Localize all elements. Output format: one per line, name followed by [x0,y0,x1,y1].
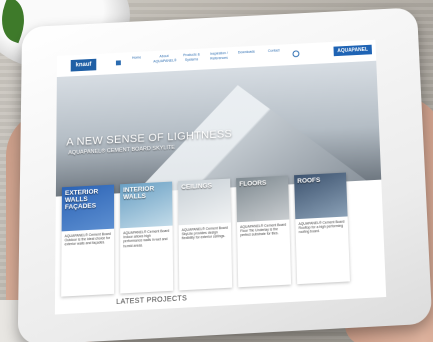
card-exterior-walls[interactable]: EXTERIOR WALLS FAÇADES AQUAPANEL® Cement… [61,184,115,297]
card-label: CEILINGS [181,182,212,192]
card-ceilings[interactable]: CEILINGS AQUAPANEL® Cement Board SkyLite… [178,178,233,291]
tablet-screen[interactable]: knauf Home About AQUAPANEL® Products & S… [54,39,387,315]
card-image: EXTERIOR WALLS FAÇADES [61,184,115,232]
card-text: AQUAPANEL® Cement Board Outdoor is the i… [64,231,111,247]
card-label: FLOORS [239,179,267,189]
card-interior-walls[interactable]: INTERIOR WALLS AQUAPANEL® Cement Board I… [120,181,174,294]
nav-item[interactable]: Home [126,55,148,65]
nav-item[interactable]: Inspiration / References [208,51,230,61]
card-text: AQUAPANEL® Cement Board Indoor allows hi… [123,228,170,249]
nav-item[interactable]: Contact [263,48,285,58]
nav-item[interactable]: About AQUAPANEL® [153,54,176,64]
card-image: CEILINGS [178,178,231,226]
card-roofs[interactable]: ROOFS AQUAPANEL® Cement Board Rooftop fo… [294,172,350,285]
nav-item[interactable]: Products & Systems [181,52,203,62]
card-floors[interactable]: FLOORS AQUAPANEL® Cement Board Floor Til… [236,175,292,288]
card-text: AQUAPANEL® Cement Board SkyLite provides… [181,225,228,241]
aquapanel-button[interactable]: AQUAPANEL [333,44,373,57]
home-icon[interactable] [115,60,121,66]
card-label: ROOFS [297,176,321,186]
card-text: AQUAPANEL® Cement Board Floor Tile Under… [240,222,287,238]
card-label: EXTERIOR WALLS FAÇADES [64,188,99,212]
nav-item[interactable]: Downloads [236,50,258,60]
search-icon[interactable] [292,50,300,58]
card-image: ROOFS [294,172,348,220]
latest-projects-heading: LATEST PROJECTS [116,295,188,307]
photo-scene: knauf Home About AQUAPANEL® Products & S… [0,0,433,342]
site-nav: Home About AQUAPANEL® Products & Systems… [126,48,285,65]
tablet: knauf Home About AQUAPANEL® Products & S… [17,7,433,342]
card-image: FLOORS [236,175,290,223]
card-text: AQUAPANEL® Cement Board Rooftop for a hi… [298,219,345,235]
site-logo[interactable]: knauf [70,58,97,72]
card-image: INTERIOR WALLS [120,181,173,229]
application-cards: EXTERIOR WALLS FAÇADES AQUAPANEL® Cement… [61,172,350,297]
card-label: INTERIOR WALLS [123,185,155,202]
